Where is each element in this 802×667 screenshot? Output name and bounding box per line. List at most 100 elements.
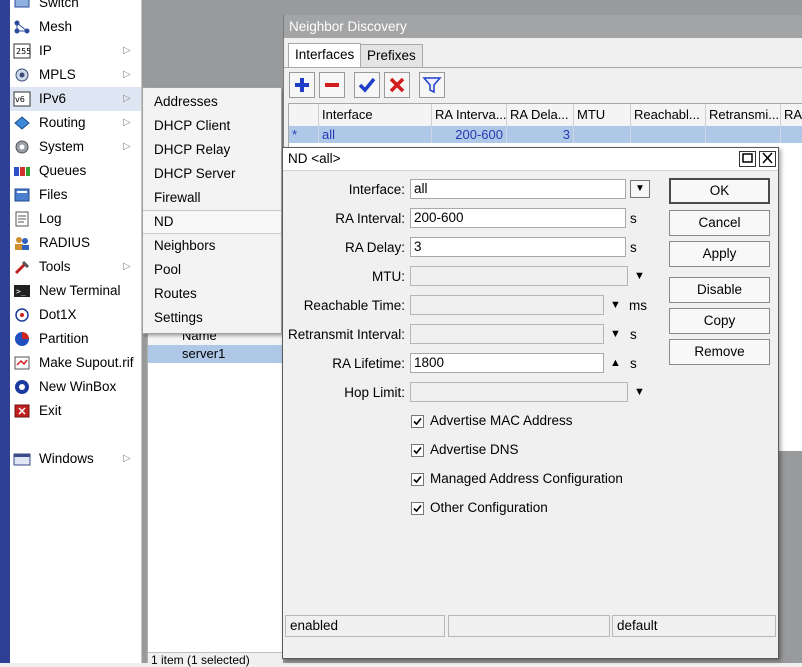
retransmit-interval-input[interactable] bbox=[410, 324, 604, 344]
menu-item-radius[interactable]: RADIUS bbox=[10, 231, 141, 255]
checkmark-icon bbox=[413, 417, 422, 426]
ra-lifetime-collapse-arrow-icon[interactable]: ▲ bbox=[610, 357, 621, 369]
submenu-item-label: DHCP Client bbox=[154, 118, 231, 133]
chevron-right-icon: ▷ bbox=[123, 453, 131, 464]
dialog-status-bar: enabled default bbox=[283, 613, 778, 639]
column-header-retransmi[interactable]: Retransmi... bbox=[706, 104, 781, 126]
menu-item-log[interactable]: Log bbox=[10, 207, 141, 231]
cancel-button[interactable]: Cancel bbox=[669, 210, 770, 236]
ra-interval-input[interactable]: 200-600 bbox=[410, 208, 626, 228]
retransmit-interval-dropdown-arrow-icon[interactable]: ▼ bbox=[610, 328, 621, 340]
submenu-item-dhcp-server[interactable]: DHCP Server bbox=[143, 162, 281, 186]
cell-flag: * bbox=[289, 126, 319, 143]
menu-item-label: Mesh bbox=[39, 19, 73, 34]
menu-item-new-winbox[interactable]: New WinBox bbox=[10, 375, 141, 399]
column-header-flags[interactable] bbox=[289, 104, 319, 126]
copy-button[interactable]: Copy bbox=[669, 308, 770, 334]
window-titlebar[interactable]: Neighbor Discovery bbox=[284, 15, 802, 38]
hop-limit-input[interactable] bbox=[410, 382, 628, 402]
menu-item-files[interactable]: Files bbox=[10, 183, 141, 207]
add-button[interactable] bbox=[289, 72, 315, 98]
column-header-mtu[interactable]: MTU bbox=[574, 104, 631, 126]
close-button[interactable] bbox=[759, 151, 776, 167]
filter-button[interactable] bbox=[419, 72, 445, 98]
cell-interface: all bbox=[319, 126, 432, 143]
table-row[interactable]: * all 200-600 3 bbox=[289, 126, 802, 143]
disable-button[interactable]: Disable bbox=[669, 277, 770, 303]
remove-button[interactable]: Remove bbox=[669, 339, 770, 365]
interface-label: Interface: bbox=[348, 182, 405, 197]
ra-lifetime-input[interactable]: 1800 bbox=[410, 353, 604, 373]
interface-select[interactable]: all bbox=[410, 179, 626, 199]
submenu-item-neighbors[interactable]: Neighbors bbox=[143, 234, 281, 258]
checkbox-managed-address-configuration[interactable] bbox=[411, 473, 424, 486]
remove-button[interactable] bbox=[319, 72, 345, 98]
users-icon bbox=[13, 235, 31, 251]
dialog-titlebar[interactable]: ND <all> bbox=[283, 148, 778, 171]
disable-button[interactable] bbox=[384, 72, 410, 98]
column-header-ra-dela[interactable]: RA Dela... bbox=[507, 104, 574, 126]
menu-item-tools[interactable]: Tools ▷ bbox=[10, 255, 141, 279]
submenu-item-addresses[interactable]: Addresses bbox=[143, 90, 281, 114]
menu-item-system[interactable]: System ▷ bbox=[10, 135, 141, 159]
checkmark-icon bbox=[413, 446, 422, 455]
mtu-input[interactable] bbox=[410, 266, 628, 286]
menu-item-routing[interactable]: Routing ▷ bbox=[10, 111, 141, 135]
hop-limit-label: Hop Limit: bbox=[344, 385, 405, 400]
menu-item-queues[interactable]: Queues bbox=[10, 159, 141, 183]
reachable-time-input[interactable] bbox=[410, 295, 604, 315]
checkbox-advertise-dns[interactable] bbox=[411, 444, 424, 457]
ipv6-icon: v6 bbox=[13, 91, 31, 107]
apply-button[interactable]: Apply bbox=[669, 241, 770, 267]
menu-item-ip[interactable]: 255 IP ▷ bbox=[10, 39, 141, 63]
winbox-icon bbox=[13, 379, 31, 395]
menu-item-dot1x[interactable]: Dot1X bbox=[10, 303, 141, 327]
column-header-reachabl[interactable]: Reachabl... bbox=[631, 104, 706, 126]
enable-button[interactable] bbox=[354, 72, 380, 98]
ra-delay-label: RA Delay: bbox=[344, 240, 405, 255]
menu-item-label: IPv6 bbox=[39, 91, 67, 106]
table-header: Interface RA Interva... RA Dela... MTU Reach… bbox=[289, 104, 802, 127]
submenu-item-dhcp-client[interactable]: DHCP Client bbox=[143, 114, 281, 138]
windows-icon bbox=[13, 451, 31, 467]
menu-item-make-supout-rif[interactable]: Make Supout.rif bbox=[10, 351, 141, 375]
workspace-right bbox=[777, 451, 802, 663]
menu-item-switch[interactable]: Switch bbox=[10, 0, 141, 15]
submenu-item-pool[interactable]: Pool bbox=[143, 258, 281, 282]
main-menu: Switch Mesh 255 IP ▷ MPLS ▷ v6 IPv6 ▷ Routing ▷ Syst… bbox=[10, 0, 141, 663]
routing-icon bbox=[13, 115, 31, 131]
maximize-button[interactable] bbox=[739, 151, 756, 167]
close-icon bbox=[762, 152, 773, 164]
interface-dropdown-button[interactable]: ▼ bbox=[630, 180, 650, 198]
hop-limit-dropdown-arrow-icon[interactable]: ▼ bbox=[634, 386, 645, 398]
submenu-item-dhcp-relay[interactable]: DHCP Relay bbox=[143, 138, 281, 162]
ra-delay-input[interactable]: 3 bbox=[410, 237, 626, 257]
maximize-icon bbox=[742, 153, 753, 163]
column-header-interface[interactable]: Interface bbox=[319, 104, 432, 126]
mesh-icon bbox=[13, 19, 31, 35]
menu-item-partition[interactable]: Partition bbox=[10, 327, 141, 351]
reachable-time-dropdown-arrow-icon[interactable]: ▼ bbox=[610, 299, 621, 311]
column-header-ra[interactable]: RA bbox=[781, 104, 802, 126]
submenu-item-routes[interactable]: Routes bbox=[143, 282, 281, 306]
tab-interfaces[interactable]: Interfaces bbox=[288, 43, 362, 68]
menu-item-exit[interactable]: Exit bbox=[10, 399, 141, 423]
menu-item-ipv6[interactable]: v6 IPv6 ▷ bbox=[10, 87, 141, 111]
submenu-item-settings[interactable]: Settings bbox=[143, 306, 281, 330]
submenu-item-firewall[interactable]: Firewall bbox=[143, 186, 281, 210]
column-header-ra-interva[interactable]: RA Interva... bbox=[432, 104, 507, 126]
table-row[interactable]: server1 bbox=[148, 345, 283, 363]
mtu-dropdown-arrow-icon[interactable]: ▼ bbox=[634, 270, 645, 282]
menu-item-mpls[interactable]: MPLS ▷ bbox=[10, 63, 141, 87]
submenu-item-nd[interactable]: ND bbox=[143, 210, 281, 234]
tab-prefixes[interactable]: Prefixes bbox=[360, 44, 423, 68]
menu-item-windows[interactable]: Windows ▷ bbox=[10, 447, 141, 471]
chevron-right-icon: ▷ bbox=[123, 45, 131, 56]
status-default: default bbox=[612, 615, 776, 637]
ok-button[interactable]: OK bbox=[669, 178, 770, 204]
menu-item-new-terminal[interactable]: >_ New Terminal bbox=[10, 279, 141, 303]
checkbox-other-configuration[interactable] bbox=[411, 502, 424, 515]
menu-item-mesh[interactable]: Mesh bbox=[10, 15, 141, 39]
checkbox-advertise-mac-address[interactable] bbox=[411, 415, 424, 428]
chevron-right-icon: ▷ bbox=[123, 117, 131, 128]
